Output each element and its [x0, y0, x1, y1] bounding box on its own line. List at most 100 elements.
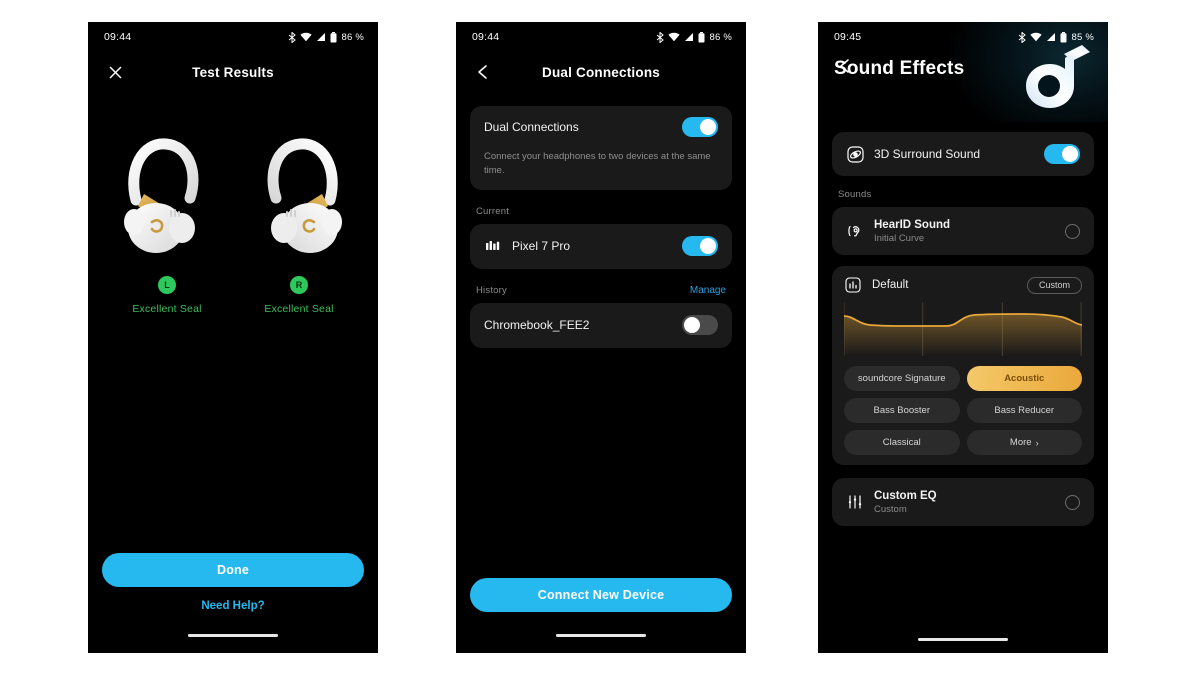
- preset-acoustic[interactable]: Acoustic: [966, 366, 1082, 391]
- soundcore-logo: [1026, 45, 1090, 108]
- equalizer-preset-name: Default: [872, 279, 909, 291]
- current-device-card: Pixel 7 Pro: [470, 223, 732, 269]
- sliders-icon: [846, 493, 864, 511]
- hearid-ear-icon: [846, 222, 864, 240]
- current-device-toggle[interactable]: [682, 236, 718, 257]
- custom-eq-card: Custom EQ Custom: [832, 478, 1094, 526]
- surround-sound-icon: [846, 145, 864, 163]
- hearid-card: HearID Sound Initial Curve: [832, 207, 1094, 255]
- dual-connections-title: Dual Connections: [484, 120, 579, 134]
- battery-icon: [330, 31, 337, 42]
- custom-eq-title: Custom EQ: [874, 489, 937, 502]
- eq-curve-chart: [844, 302, 1082, 356]
- manage-link[interactable]: Manage: [690, 285, 726, 296]
- eq-curve-svg: [844, 302, 1082, 356]
- bluetooth-icon: [288, 31, 296, 43]
- battery-icon: [698, 31, 705, 42]
- status-icons: 86 %: [656, 31, 732, 43]
- hero-header: 09:45 85 % Sound Effects: [818, 22, 1108, 122]
- dual-connections-description: Connect your headphones to two devices a…: [484, 151, 711, 176]
- phone-screen-sound-effects: 09:45 85 % Sound Effects 3D Surround Sou…: [818, 22, 1108, 653]
- sounds-section-label: Sounds: [838, 189, 872, 200]
- dual-connections-card: Dual Connections Connect your headphones…: [470, 106, 732, 190]
- preset-bass-reducer[interactable]: Bass Reducer: [966, 398, 1082, 423]
- seal-status-left: Excellent Seal: [132, 303, 202, 315]
- hearid-radio[interactable]: [1065, 223, 1080, 239]
- preset-more-label: More: [1009, 437, 1032, 448]
- wifi-icon: [299, 32, 312, 42]
- surround-row[interactable]: 3D Surround Sound: [832, 132, 1094, 176]
- seal-badge-left: L: [158, 276, 176, 294]
- history-device-row[interactable]: Chromebook_FEE2: [470, 303, 732, 348]
- bluetooth-icon: [656, 31, 664, 43]
- eq-preset-grid: soundcore Signature Acoustic Bass Booste…: [832, 356, 1094, 455]
- page-title: Test Results: [192, 64, 274, 80]
- status-time: 09:44: [472, 31, 500, 43]
- custom-eq-radio[interactable]: [1065, 494, 1080, 510]
- battery-percent: 86 %: [341, 31, 364, 43]
- equalizer-card: Default Custom soundcore Signature Acous…: [832, 266, 1094, 465]
- wifi-icon: [667, 32, 680, 42]
- phone-signal-icon: [484, 237, 502, 255]
- earbud-left: L Excellent Seal: [112, 122, 222, 315]
- phone-screen-test-results: 09:44 86 % Test Results L Excellent Seal…: [88, 22, 378, 653]
- custom-eq-row[interactable]: Custom EQ Custom: [832, 478, 1094, 526]
- screenshot-stage: 09:44 86 % Test Results L Excellent Seal…: [0, 0, 1200, 675]
- preset-classical[interactable]: Classical: [844, 430, 960, 455]
- history-device-name: Chromebook_FEE2: [484, 318, 590, 333]
- nav-bar: Dual Connections: [456, 52, 746, 92]
- hearid-row[interactable]: HearID Sound Initial Curve: [832, 207, 1094, 255]
- hearid-subtitle: Initial Curve: [874, 232, 925, 244]
- surround-toggle[interactable]: [1044, 144, 1080, 164]
- signal-icon: [316, 33, 325, 41]
- status-time: 09:45: [834, 31, 862, 43]
- done-button[interactable]: Done: [102, 553, 364, 587]
- preset-soundcore-signature[interactable]: soundcore Signature: [844, 366, 960, 391]
- custom-eq-subtitle: Custom: [874, 503, 907, 515]
- page-title: Sound Effects: [834, 58, 965, 79]
- current-device-row[interactable]: Pixel 7 Pro: [470, 224, 732, 269]
- earbud-right: R Excellent Seal: [244, 122, 354, 315]
- current-device-name: Pixel 7 Pro: [512, 239, 571, 254]
- seal-badge-right: R: [290, 276, 308, 294]
- surround-card: 3D Surround Sound: [832, 132, 1094, 176]
- page-title: Dual Connections: [542, 64, 660, 80]
- bottom-actions: [818, 638, 1108, 641]
- custom-pill-button[interactable]: Custom: [1026, 276, 1082, 294]
- hearid-title: HearID Sound: [874, 218, 951, 231]
- dual-connections-toggle[interactable]: [682, 117, 718, 137]
- home-indicator: [188, 634, 278, 637]
- equalizer-header: Default Custom: [832, 276, 1094, 302]
- battery-percent: 86 %: [709, 31, 732, 43]
- history-section-header: History Manage: [456, 285, 746, 296]
- home-indicator: [918, 638, 1008, 641]
- equalizer-icon: [844, 276, 862, 294]
- history-section-label: History: [476, 284, 507, 296]
- chevron-right-icon: ›: [1035, 437, 1039, 448]
- current-section-label: Current: [476, 205, 510, 217]
- bottom-actions: Done Need Help?: [88, 553, 378, 637]
- home-indicator: [556, 634, 646, 637]
- close-icon[interactable]: [104, 61, 126, 83]
- preset-more[interactable]: More ›: [966, 430, 1082, 455]
- signal-icon: [684, 33, 693, 41]
- bottom-actions: Connect New Device: [456, 578, 746, 637]
- earbuds-result-area: L Excellent Seal R Excellent Seal: [88, 92, 378, 422]
- phone-screen-dual-connections: 09:44 86 % Dual Connections Dual Connect…: [456, 22, 746, 653]
- history-device-toggle[interactable]: [682, 315, 718, 336]
- need-help-link[interactable]: Need Help?: [88, 600, 378, 612]
- nav-bar: Test Results: [88, 52, 378, 92]
- seal-status-right: Excellent Seal: [264, 303, 334, 315]
- earbud-left-image: [124, 138, 199, 253]
- earbud-right-image: [267, 138, 342, 253]
- dual-connections-row: Dual Connections: [470, 106, 732, 148]
- status-icons: 86 %: [288, 31, 364, 43]
- history-device-card: Chromebook_FEE2: [470, 302, 732, 348]
- connect-new-device-button[interactable]: Connect New Device: [470, 578, 732, 612]
- preset-bass-booster[interactable]: Bass Booster: [844, 398, 960, 423]
- status-bar: 09:44 86 %: [456, 22, 746, 52]
- back-chevron-icon[interactable]: [472, 61, 494, 83]
- status-time: 09:44: [104, 31, 132, 43]
- status-bar: 09:44 86 %: [88, 22, 378, 52]
- surround-label: 3D Surround Sound: [874, 147, 981, 161]
